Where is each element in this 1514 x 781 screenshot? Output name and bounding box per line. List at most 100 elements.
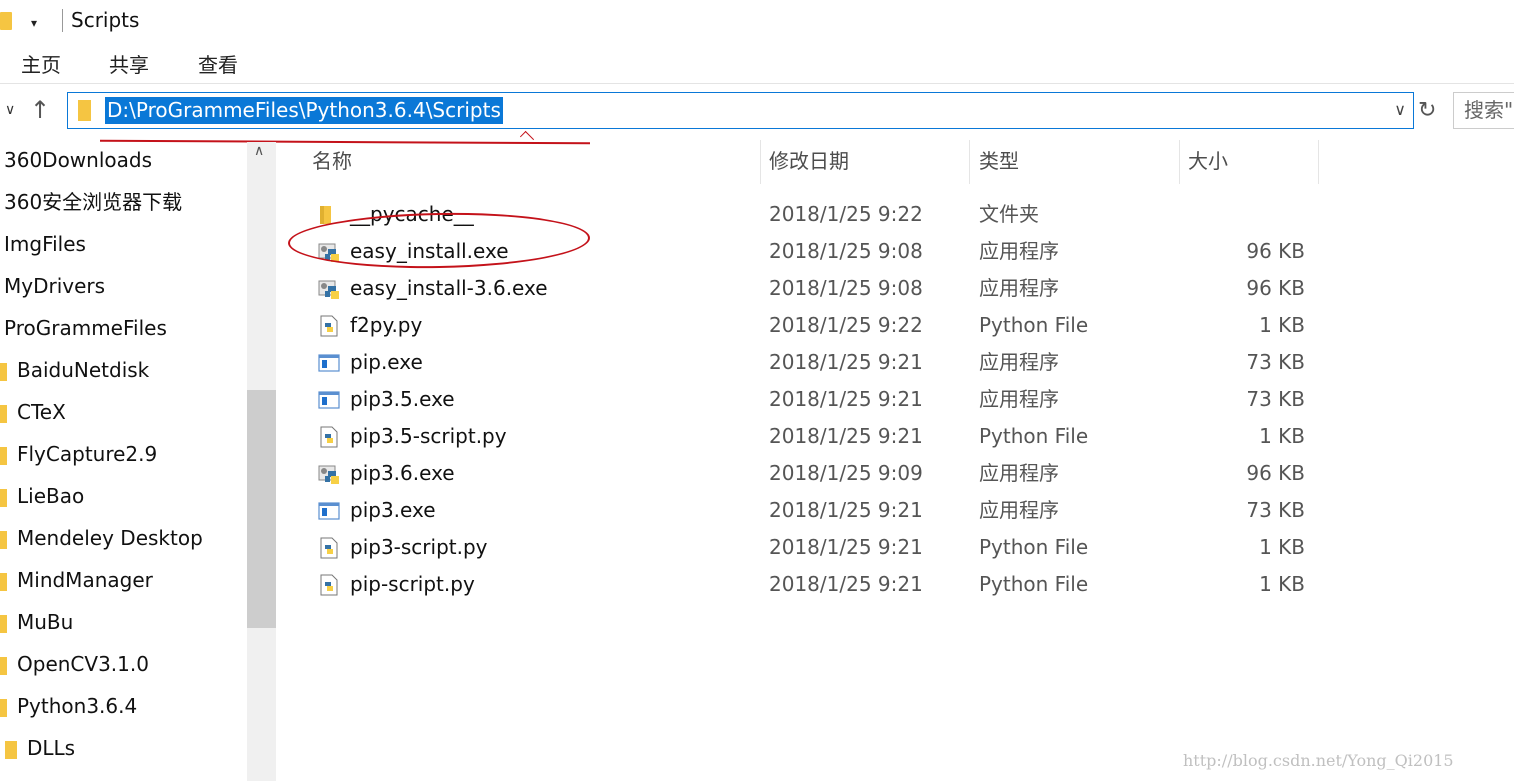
sidebar-item[interactable]: Mendeley Desktop [0, 520, 203, 560]
file-type: 应用程序 [979, 461, 1059, 485]
file-row[interactable]: pip.exe 2018/1/25 9:21 应用程序 73 KB [300, 344, 1320, 381]
recent-locations-chevron-icon[interactable]: ∨ [5, 102, 15, 118]
file-name: pip3.5-script.py [350, 424, 507, 448]
file-size: 96 KB [1246, 276, 1305, 300]
up-arrow-icon[interactable]: ↑ [30, 96, 50, 124]
python-exe-icon [318, 465, 339, 484]
sidebar-item-label: Python3.6.4 [17, 694, 138, 718]
sidebar-item[interactable]: CTeX [0, 394, 66, 434]
file-type: 应用程序 [979, 387, 1059, 411]
file-name: pip3-script.py [350, 535, 488, 559]
sidebar-item-label: BaiduNetdisk [17, 358, 150, 382]
sidebar-item-label: DLLs [27, 736, 76, 760]
column-header-type[interactable]: 类型 [969, 145, 1179, 185]
file-type: 文件夹 [979, 202, 1039, 226]
file-name: pip3.exe [350, 498, 436, 522]
column-header-name[interactable]: 名称 [302, 145, 760, 185]
sidebar-item-label: CTeX [17, 400, 66, 424]
sidebar-item[interactable]: ImgFiles [4, 226, 86, 266]
sidebar-item-label: MyDrivers [4, 274, 106, 298]
file-date: 2018/1/25 9:21 [769, 387, 923, 411]
folder-icon [0, 488, 7, 507]
scroll-up-icon[interactable]: ∧ [254, 143, 264, 159]
search-input[interactable]: 搜索" [1453, 92, 1514, 129]
file-date: 2018/1/25 9:21 [769, 498, 923, 522]
navigation-pane: 360Downloads 360安全浏览器下载 ImgFiles MyDrive… [0, 142, 276, 781]
address-dropdown-icon[interactable]: ∨ [1394, 100, 1406, 119]
sidebar-item[interactable]: BaiduNetdisk [0, 352, 149, 392]
file-row[interactable]: pip3-script.py 2018/1/25 9:21 Python File 1… [300, 529, 1320, 566]
sidebar-item-label: LieBao [17, 484, 85, 508]
sidebar-item-label: 360Downloads [4, 148, 153, 172]
address-row: ∨ ↑ D:\ProGrammeFiles\Python3.6.4\Script… [0, 84, 1514, 138]
sidebar-item[interactable]: LieBao [0, 478, 84, 518]
file-date: 2018/1/25 9:08 [769, 239, 923, 263]
file-name: easy_install-3.6.exe [350, 276, 548, 300]
file-date: 2018/1/25 9:21 [769, 424, 923, 448]
ribbon: 主页 共享 查看 [0, 40, 1514, 84]
sidebar-item[interactable]: 360Downloads [4, 142, 152, 182]
file-type: Python File [979, 313, 1089, 337]
column-header-date[interactable]: 修改日期 [759, 145, 969, 185]
window-title: Scripts [71, 8, 140, 32]
sidebar-item[interactable]: ProGrammeFiles [4, 310, 167, 350]
file-type: 应用程序 [979, 276, 1059, 300]
sidebar-item[interactable]: FlyCapture2.9 [0, 436, 157, 476]
sidebar-item-label: ProGrammeFiles [4, 316, 167, 340]
folder-icon [5, 740, 17, 759]
file-row[interactable]: pip-script.py 2018/1/25 9:21 Python File 1 … [300, 566, 1320, 603]
tab-view[interactable]: 查看 [198, 49, 238, 78]
file-size: 73 KB [1246, 387, 1305, 411]
file-type: Python File [979, 572, 1089, 596]
tab-share[interactable]: 共享 [109, 49, 149, 78]
sidebar-item[interactable]: DLLs [0, 730, 75, 770]
file-date: 2018/1/25 9:08 [769, 276, 923, 300]
file-name: pip3.6.exe [350, 461, 455, 485]
folder-icon [0, 614, 7, 633]
sidebar-item[interactable]: MindManager [0, 562, 153, 602]
sidebar-item[interactable]: 360安全浏览器下载 [4, 184, 182, 224]
sidebar-item[interactable]: OpenCV3.1.0 [0, 646, 149, 686]
file-row[interactable]: pip3.5.exe 2018/1/25 9:21 应用程序 73 KB [300, 381, 1320, 418]
sidebar-item-label: OpenCV3.1.0 [17, 652, 149, 676]
tab-home[interactable]: 主页 [21, 49, 61, 78]
quick-access-dropdown-icon[interactable]: ▾ [31, 16, 37, 30]
scrollbar-thumb[interactable] [247, 390, 276, 628]
file-row[interactable]: pip3.5-script.py 2018/1/25 9:21 Python Fil… [300, 418, 1320, 455]
folder-icon [0, 530, 7, 549]
sidebar-item[interactable]: MyDrivers [4, 268, 105, 308]
column-header-size[interactable]: 大小 [1178, 145, 1318, 185]
sidebar-item-label: 360安全浏览器下载 [4, 190, 183, 214]
file-size: 96 KB [1246, 461, 1305, 485]
file-row[interactable]: easy_install-3.6.exe 2018/1/25 9:08 应用程序 96… [300, 270, 1320, 307]
sidebar-item-label: MuBu [17, 610, 74, 634]
file-row[interactable]: f2py.py 2018/1/25 9:22 Python File 1 KB [300, 307, 1320, 344]
refresh-icon[interactable]: ↻ [1418, 98, 1436, 123]
sidebar-item[interactable]: MuBu [0, 604, 73, 644]
file-type: 应用程序 [979, 350, 1059, 374]
address-path[interactable]: D:\ProGrammeFiles\Python3.6.4\Scripts [105, 97, 503, 124]
sidebar-item[interactable]: Python3.6.4 [0, 688, 137, 728]
file-type: 应用程序 [979, 239, 1059, 263]
sidebar-item-label: Mendeley Desktop [17, 526, 203, 550]
sidebar-item-label: FlyCapture2.9 [17, 442, 158, 466]
file-row[interactable]: pip3.exe 2018/1/25 9:21 应用程序 73 KB [300, 492, 1320, 529]
python-file-icon [320, 426, 338, 448]
column-divider[interactable] [1318, 140, 1319, 184]
file-size: 1 KB [1259, 535, 1305, 559]
file-date: 2018/1/25 9:22 [769, 202, 923, 226]
file-type: Python File [979, 535, 1089, 559]
folder-icon [0, 12, 12, 30]
file-date: 2018/1/25 9:09 [769, 461, 923, 485]
file-date: 2018/1/25 9:21 [769, 572, 923, 596]
title-bar: ▾ Scripts [0, 0, 1514, 40]
address-bar[interactable]: D:\ProGrammeFiles\Python3.6.4\Scripts ∨ [67, 92, 1414, 129]
file-name: pip3.5.exe [350, 387, 455, 411]
file-size: 73 KB [1246, 350, 1305, 374]
folder-icon [0, 656, 7, 675]
file-name: pip.exe [350, 350, 423, 374]
folder-icon [78, 100, 91, 121]
app-window-icon [318, 354, 340, 372]
file-row[interactable]: pip3.6.exe 2018/1/25 9:09 应用程序 96 KB [300, 455, 1320, 492]
folder-icon [0, 446, 7, 465]
